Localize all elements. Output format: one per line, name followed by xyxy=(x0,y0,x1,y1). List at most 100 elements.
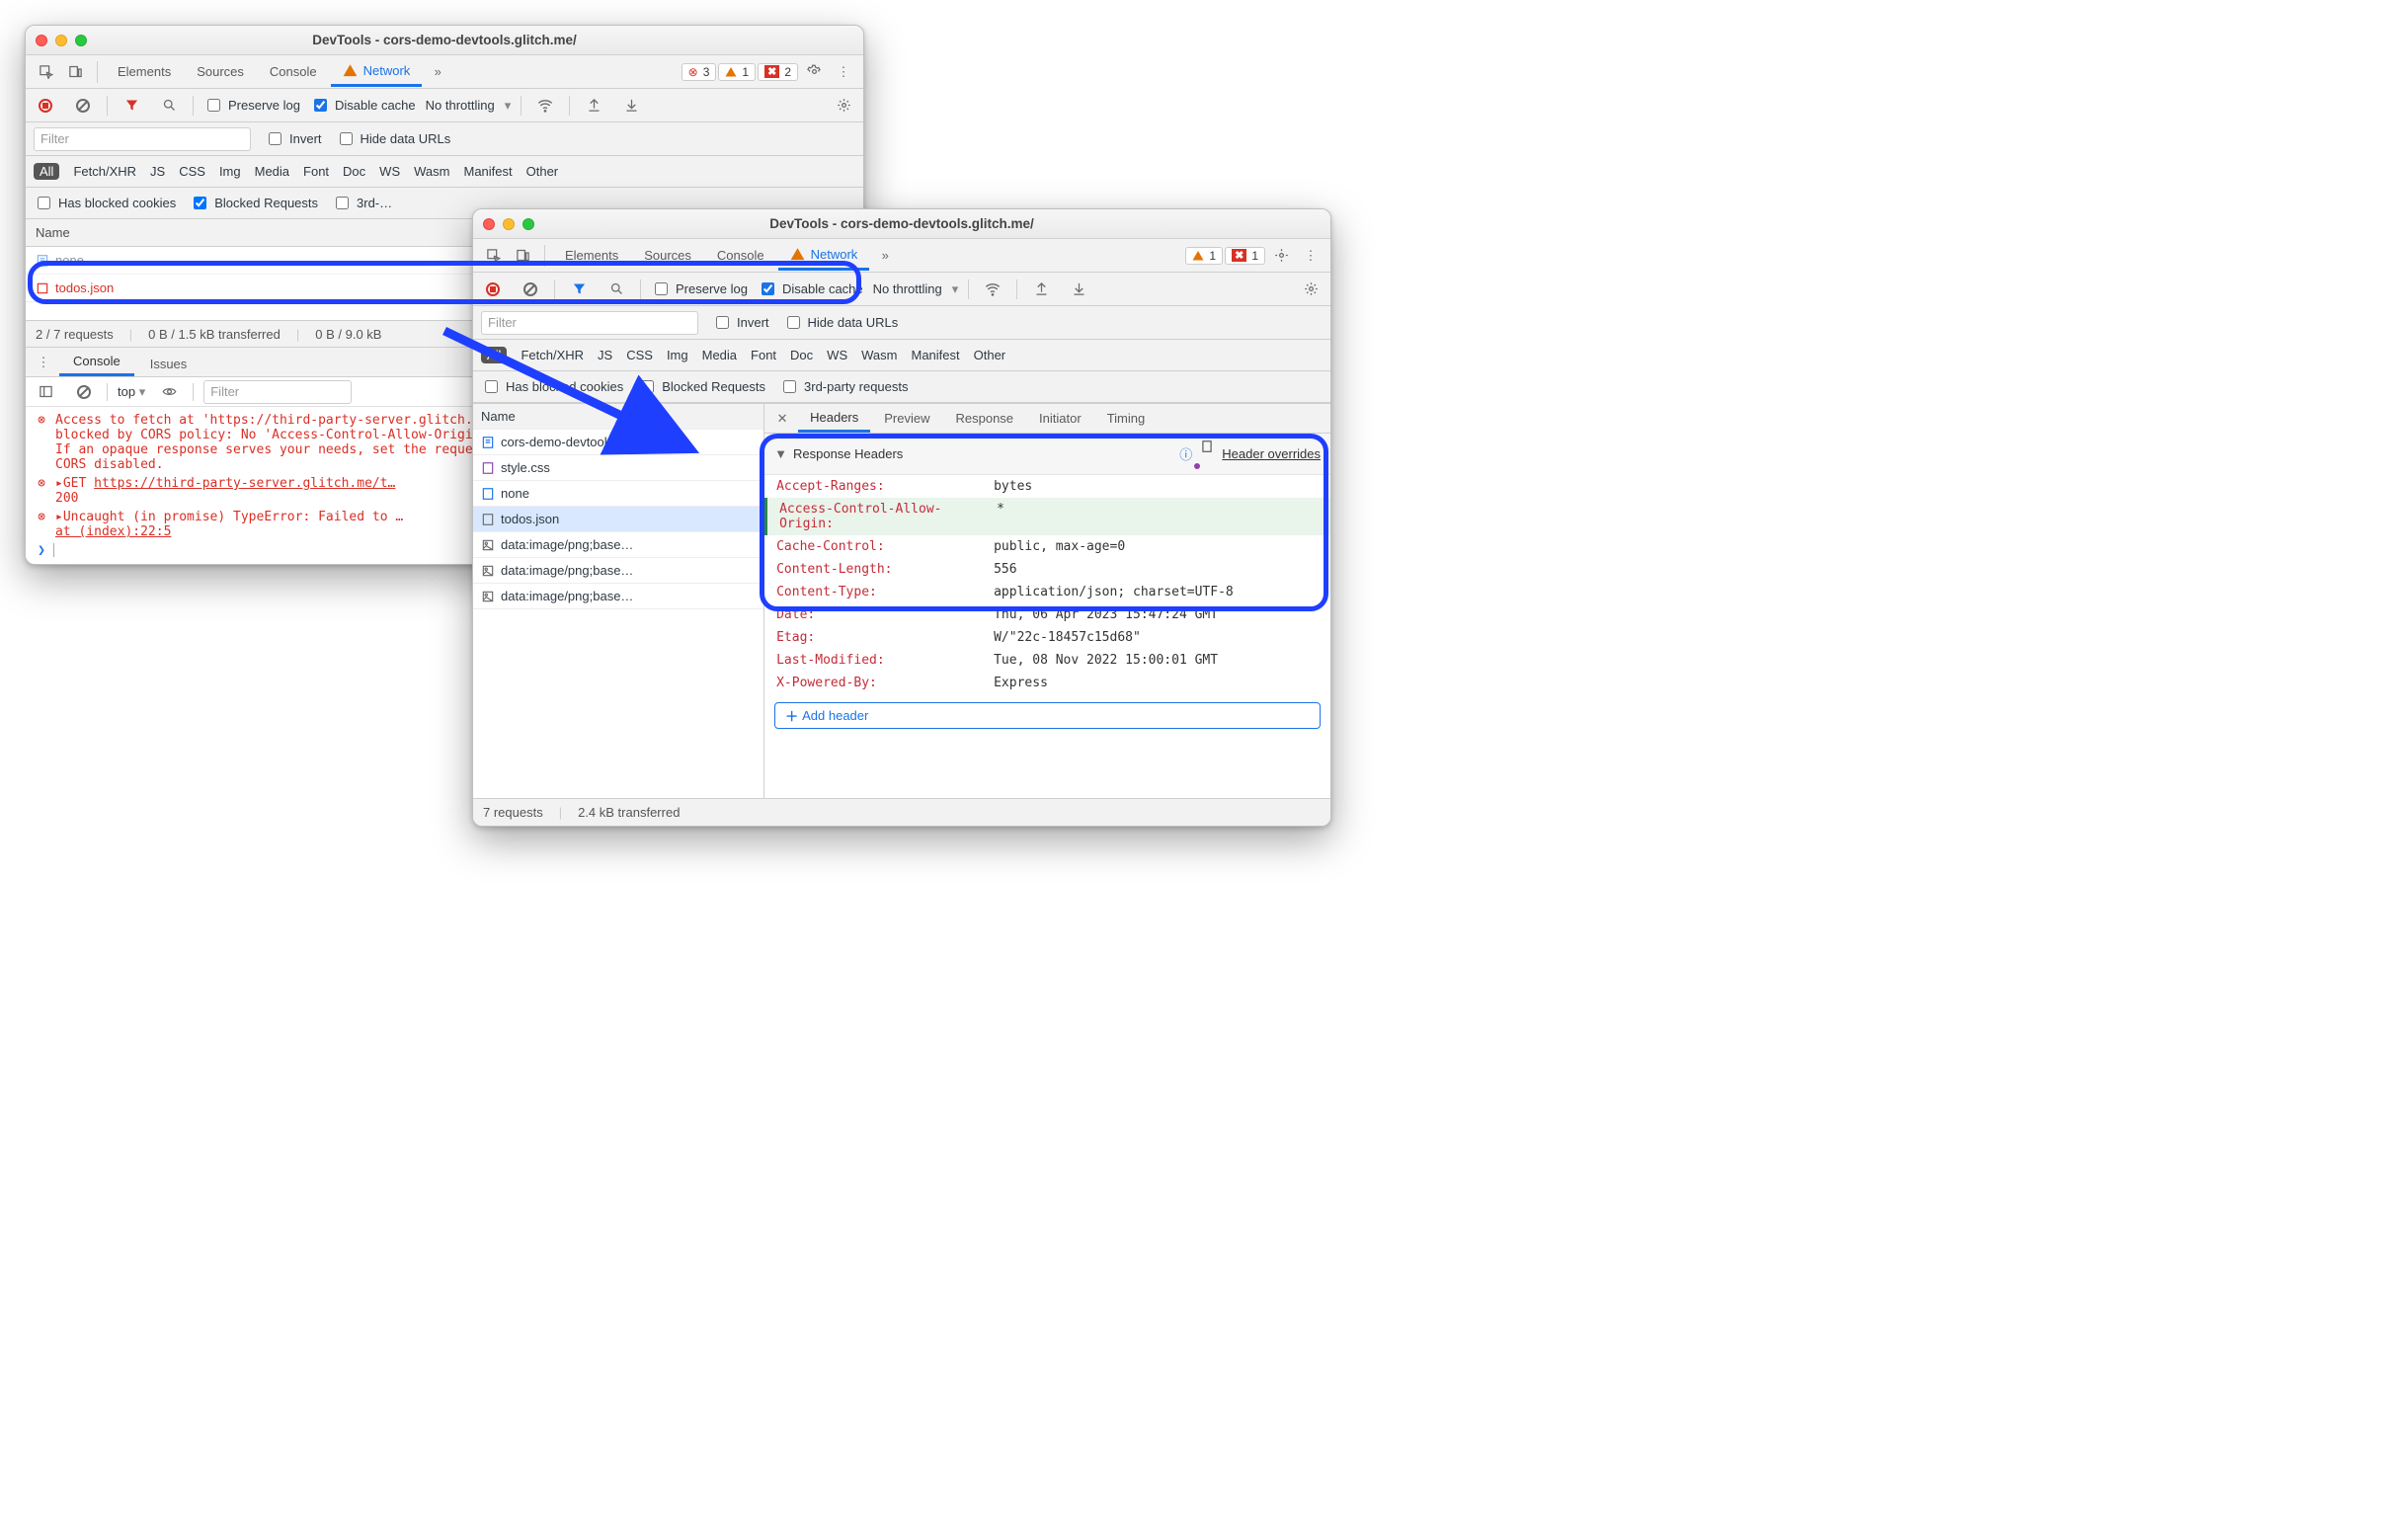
request-row-todos[interactable]: todos.json xyxy=(473,507,763,532)
filter-icon[interactable] xyxy=(118,92,145,120)
inspect-icon[interactable] xyxy=(32,58,59,86)
type-css[interactable]: CSS xyxy=(626,348,653,362)
blocked-requests-checkbox[interactable]: Blocked Requests xyxy=(637,377,765,396)
hide-data-urls-checkbox[interactable]: Hide data URLs xyxy=(336,129,451,148)
settings-icon[interactable] xyxy=(1267,242,1295,270)
detail-tab-timing[interactable]: Timing xyxy=(1095,406,1158,431)
type-media[interactable]: Media xyxy=(255,164,289,179)
type-all[interactable]: All xyxy=(34,163,59,180)
type-doc[interactable]: Doc xyxy=(790,348,813,362)
warning-badge[interactable]: 1 xyxy=(718,63,756,81)
close-dot[interactable] xyxy=(483,218,495,230)
throttle-select[interactable]: No throttling xyxy=(426,98,495,113)
detail-tab-response[interactable]: Response xyxy=(944,406,1026,431)
request-row[interactable]: cors-demo-devtools.glitch.me xyxy=(473,430,763,455)
type-js[interactable]: JS xyxy=(150,164,165,179)
console-filter[interactable]: Filter xyxy=(203,380,352,404)
kebab-icon[interactable]: ⋮ xyxy=(1297,242,1324,270)
context-selector[interactable]: top ▾ xyxy=(118,384,145,400)
tab-console[interactable]: Console xyxy=(705,242,776,269)
inspect-icon[interactable] xyxy=(479,242,507,270)
blocked-cookies-checkbox[interactable]: Has blocked cookies xyxy=(34,194,176,212)
blocked-cookies-checkbox[interactable]: Has blocked cookies xyxy=(481,377,623,396)
header-row[interactable]: Access-Control-Allow-Origin:* xyxy=(764,498,1330,535)
type-doc[interactable]: Doc xyxy=(343,164,365,179)
tab-network[interactable]: Network xyxy=(331,57,423,87)
download-icon[interactable] xyxy=(1065,276,1092,303)
type-wasm[interactable]: Wasm xyxy=(414,164,449,179)
type-other[interactable]: Other xyxy=(974,348,1006,362)
header-row[interactable]: Content-Type:application/json; charset=U… xyxy=(764,581,1330,603)
console-clear-icon[interactable] xyxy=(69,378,97,406)
settings-icon[interactable] xyxy=(800,58,828,86)
type-font[interactable]: Font xyxy=(751,348,776,362)
type-img[interactable]: Img xyxy=(219,164,241,179)
tab-network[interactable]: Network xyxy=(778,241,870,271)
type-js[interactable]: JS xyxy=(598,348,612,362)
kebab-icon[interactable]: ⋮ xyxy=(830,58,857,86)
request-row[interactable]: data:image/png;base… xyxy=(473,584,763,609)
type-css[interactable]: CSS xyxy=(179,164,205,179)
type-filter-row[interactable]: All Fetch/XHR JS CSS Img Media Font Doc … xyxy=(26,156,863,188)
type-other[interactable]: Other xyxy=(526,164,559,179)
tab-sources[interactable]: Sources xyxy=(185,58,256,85)
request-row[interactable]: style.css xyxy=(473,455,763,481)
download-icon[interactable] xyxy=(617,92,645,120)
tab-sources[interactable]: Sources xyxy=(632,242,703,269)
clear-button[interactable] xyxy=(69,92,97,120)
upload-icon[interactable] xyxy=(580,92,607,120)
third-party-checkbox[interactable]: 3rd-… xyxy=(332,194,392,212)
detail-tab-headers[interactable]: Headers xyxy=(798,405,870,433)
warning-badge[interactable]: 1 xyxy=(1185,247,1223,265)
clear-button[interactable] xyxy=(517,276,544,303)
type-filter-row[interactable]: All Fetch/XHR JS CSS Img Media Font Doc … xyxy=(473,340,1330,371)
tab-elements[interactable]: Elements xyxy=(106,58,183,85)
invert-checkbox[interactable]: Invert xyxy=(712,313,769,332)
type-media[interactable]: Media xyxy=(702,348,737,362)
request-row[interactable]: none xyxy=(473,481,763,507)
col-name[interactable]: Name xyxy=(473,404,763,430)
type-fetch[interactable]: Fetch/XHR xyxy=(521,348,584,362)
chevron-down-icon[interactable]: ▾ xyxy=(952,281,959,297)
upload-icon[interactable] xyxy=(1027,276,1055,303)
preserve-log-checkbox[interactable]: Preserve log xyxy=(203,96,300,115)
record-button[interactable] xyxy=(479,276,507,303)
wifi-icon[interactable] xyxy=(531,92,559,120)
type-ws[interactable]: WS xyxy=(827,348,847,362)
device-icon[interactable] xyxy=(509,242,536,270)
zoom-dot[interactable] xyxy=(75,35,87,46)
chevron-down-icon[interactable]: ▾ xyxy=(505,98,512,114)
request-row[interactable]: data:image/png;base… xyxy=(473,558,763,584)
header-row[interactable]: Accept-Ranges:bytes xyxy=(764,475,1330,498)
live-expression-icon[interactable] xyxy=(155,378,183,406)
detail-tab-initiator[interactable]: Initiator xyxy=(1027,406,1093,431)
search-icon[interactable] xyxy=(602,276,630,303)
filter-icon[interactable] xyxy=(565,276,593,303)
throttle-select[interactable]: No throttling xyxy=(873,281,942,296)
type-manifest[interactable]: Manifest xyxy=(463,164,512,179)
console-link[interactable]: https://third-party-server.glitch.me/t… xyxy=(94,476,395,491)
type-manifest[interactable]: Manifest xyxy=(911,348,959,362)
type-fetch[interactable]: Fetch/XHR xyxy=(73,164,136,179)
more-tabs-icon[interactable]: » xyxy=(871,242,899,270)
filter-input[interactable]: Filter xyxy=(481,311,698,335)
drawer-tab-console[interactable]: Console xyxy=(59,349,134,376)
disable-cache-checkbox[interactable]: Disable cache xyxy=(758,280,863,298)
header-row[interactable]: Date:Thu, 06 Apr 2023 15:47:24 GMT xyxy=(764,603,1330,626)
header-row[interactable]: Etag:W/"22c-18457c15d68" xyxy=(764,626,1330,649)
drawer-tab-issues[interactable]: Issues xyxy=(136,352,201,376)
response-headers-section[interactable]: ▼Response Headers ⓘ Header overrides xyxy=(764,434,1330,475)
hide-data-urls-checkbox[interactable]: Hide data URLs xyxy=(783,313,899,332)
type-img[interactable]: Img xyxy=(667,348,688,362)
col-name[interactable]: Name xyxy=(26,219,545,246)
network-settings-icon[interactable] xyxy=(1297,276,1324,303)
request-row[interactable]: data:image/png;base… xyxy=(473,532,763,558)
type-ws[interactable]: WS xyxy=(379,164,400,179)
header-row[interactable]: Last-Modified:Tue, 08 Nov 2022 15:00:01 … xyxy=(764,649,1330,672)
preserve-log-checkbox[interactable]: Preserve log xyxy=(651,280,748,298)
type-font[interactable]: Font xyxy=(303,164,329,179)
override-file-icon[interactable] xyxy=(1200,439,1214,468)
search-icon[interactable] xyxy=(155,92,183,120)
tab-console[interactable]: Console xyxy=(258,58,329,85)
header-row[interactable]: Content-Length:556 xyxy=(764,558,1330,581)
